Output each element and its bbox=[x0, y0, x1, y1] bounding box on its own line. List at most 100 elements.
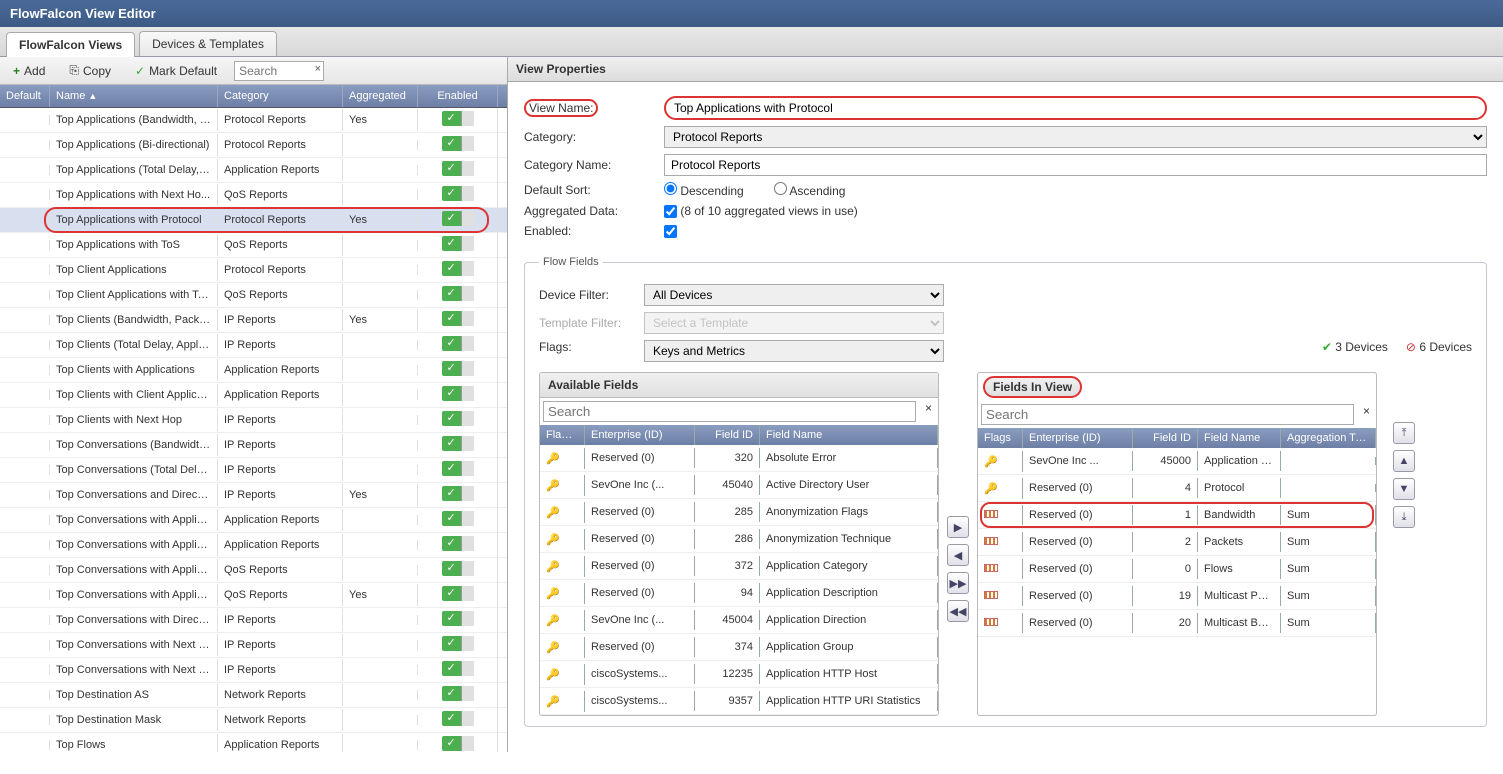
col-aggtype[interactable]: Aggregation Type bbox=[1281, 428, 1376, 448]
inview-search-input[interactable] bbox=[981, 404, 1354, 425]
categoryname-input[interactable] bbox=[664, 154, 1487, 176]
enabled-toggle[interactable] bbox=[442, 161, 474, 176]
enabled-toggle[interactable] bbox=[442, 336, 474, 351]
copy-button[interactable]: Copy bbox=[62, 60, 118, 81]
view-row[interactable]: Top Clients (Total Delay, Applic... IP R… bbox=[0, 333, 507, 358]
view-row[interactable]: Top Destination Mask Network Reports bbox=[0, 708, 507, 733]
available-field-row[interactable]: 🔑 Reserved (0)320Absolute Error bbox=[540, 445, 938, 472]
view-row[interactable]: Top Clients with Client Applicat... Appl… bbox=[0, 383, 507, 408]
available-field-row[interactable]: 🔑 Reserved (0)286Anonymization Technique bbox=[540, 526, 938, 553]
enabled-toggle[interactable] bbox=[442, 486, 474, 501]
available-field-row[interactable]: 🔑 Reserved (0)374Application Group bbox=[540, 634, 938, 661]
view-row[interactable]: Top Conversations with Applica... Applic… bbox=[0, 508, 507, 533]
view-row[interactable]: Top Client Applications Protocol Reports bbox=[0, 258, 507, 283]
sort-ascending-radio[interactable]: Ascending bbox=[774, 182, 846, 198]
col-flags[interactable]: Flags ▼ bbox=[540, 425, 585, 445]
view-row[interactable]: Top Applications with Next Ho... QoS Rep… bbox=[0, 183, 507, 208]
enabled-toggle[interactable] bbox=[442, 736, 474, 751]
inview-field-row[interactable]: Reserved (0)2PacketsSum bbox=[978, 529, 1376, 556]
move-right-button[interactable]: ▶ bbox=[947, 516, 969, 538]
col-enterprise[interactable]: Enterprise (ID) bbox=[1023, 428, 1133, 448]
view-row[interactable]: Top Applications with Protocol Protocol … bbox=[0, 208, 507, 233]
enabled-toggle[interactable] bbox=[442, 586, 474, 601]
move-all-left-button[interactable]: ◀◀ bbox=[947, 600, 969, 622]
enabled-toggle[interactable] bbox=[442, 236, 474, 251]
view-row[interactable]: Top Conversations (Bandwidth,... IP Repo… bbox=[0, 433, 507, 458]
enabled-toggle[interactable] bbox=[442, 411, 474, 426]
view-row[interactable]: Top Conversations with Next H... IP Repo… bbox=[0, 633, 507, 658]
viewname-input[interactable] bbox=[664, 96, 1487, 120]
enabled-toggle[interactable] bbox=[442, 186, 474, 201]
enabled-toggle[interactable] bbox=[442, 436, 474, 451]
col-flags[interactable]: Flags bbox=[978, 428, 1023, 448]
inview-field-row[interactable]: Reserved (0)20Multicast Bandwid...Sum bbox=[978, 610, 1376, 637]
enabled-toggle[interactable] bbox=[442, 611, 474, 626]
inview-field-row[interactable]: 🔑 SevOne Inc ...45000Application Port bbox=[978, 448, 1376, 475]
devicefilter-select[interactable]: All Devices bbox=[644, 284, 944, 306]
enabled-checkbox[interactable] bbox=[664, 225, 677, 238]
available-field-row[interactable]: 🔑 ciscoSystems...9357Application HTTP UR… bbox=[540, 688, 938, 715]
add-button[interactable]: +Add bbox=[6, 61, 52, 81]
inview-field-row[interactable]: 🔑 Reserved (0)4Protocol bbox=[978, 475, 1376, 502]
view-row[interactable]: Top Applications (Bandwidth, P... Protoc… bbox=[0, 108, 507, 133]
enabled-toggle[interactable] bbox=[442, 686, 474, 701]
view-row[interactable]: Top Applications (Bi-directional) Protoc… bbox=[0, 133, 507, 158]
enabled-toggle[interactable] bbox=[442, 561, 474, 576]
view-row[interactable]: Top Applications (Total Delay, ... Appli… bbox=[0, 158, 507, 183]
view-row[interactable]: Top Conversations with Next H... IP Repo… bbox=[0, 658, 507, 683]
enabled-toggle[interactable] bbox=[442, 711, 474, 726]
sort-descending-radio[interactable]: Descending bbox=[664, 182, 744, 198]
flags-select[interactable]: Keys and Metrics bbox=[644, 340, 944, 362]
view-row[interactable]: Top Destination AS Network Reports bbox=[0, 683, 507, 708]
clear-search-icon[interactable]: × bbox=[315, 63, 321, 75]
clear-icon[interactable]: × bbox=[1357, 401, 1376, 428]
enabled-toggle[interactable] bbox=[442, 661, 474, 676]
enabled-toggle[interactable] bbox=[442, 511, 474, 526]
col-enabled[interactable]: Enabled bbox=[418, 85, 498, 107]
move-up-button[interactable]: ▲ bbox=[1393, 450, 1415, 472]
inview-field-row[interactable]: Reserved (0)19Multicast PacketsSum bbox=[978, 583, 1376, 610]
clear-icon[interactable]: × bbox=[919, 398, 938, 425]
view-row[interactable]: Top Conversations with Applica... QoS Re… bbox=[0, 558, 507, 583]
enabled-toggle[interactable] bbox=[442, 136, 474, 151]
view-row[interactable]: Top Conversations and Direction IP Repor… bbox=[0, 483, 507, 508]
available-field-row[interactable]: 🔑 Reserved (0)372Application Category bbox=[540, 553, 938, 580]
enabled-toggle[interactable] bbox=[442, 286, 474, 301]
available-field-row[interactable]: 🔑 Reserved (0)285Anonymization Flags bbox=[540, 499, 938, 526]
category-select[interactable]: Protocol Reports bbox=[664, 126, 1487, 148]
enabled-toggle[interactable] bbox=[442, 311, 474, 326]
col-name[interactable]: Name ▲ bbox=[50, 85, 218, 107]
move-top-button[interactable]: ⤒ bbox=[1393, 422, 1415, 444]
col-default[interactable]: Default bbox=[0, 85, 50, 107]
enabled-toggle[interactable] bbox=[442, 361, 474, 376]
aggregated-checkbox[interactable] bbox=[664, 205, 677, 218]
available-field-row[interactable]: 🔑 ciscoSystems...12235Application HTTP H… bbox=[540, 661, 938, 688]
tab-views[interactable]: FlowFalcon Views bbox=[6, 32, 135, 57]
enabled-toggle[interactable] bbox=[442, 111, 474, 126]
view-row[interactable]: Top Client Applications with ToS QoS Rep… bbox=[0, 283, 507, 308]
col-fieldname[interactable]: Field Name bbox=[1198, 428, 1281, 448]
views-search-input[interactable] bbox=[234, 61, 324, 81]
move-down-button[interactable]: ▼ bbox=[1393, 478, 1415, 500]
col-enterprise[interactable]: Enterprise (ID) bbox=[585, 425, 695, 445]
view-row[interactable]: Top Conversations (Total Delay... IP Rep… bbox=[0, 458, 507, 483]
col-fieldid[interactable]: Field ID bbox=[695, 425, 760, 445]
view-row[interactable]: Top Conversations with Direction IP Repo… bbox=[0, 608, 507, 633]
enabled-toggle[interactable] bbox=[442, 536, 474, 551]
enabled-toggle[interactable] bbox=[442, 386, 474, 401]
col-category[interactable]: Category bbox=[218, 85, 343, 107]
enabled-toggle[interactable] bbox=[442, 461, 474, 476]
view-row[interactable]: Top Clients with Applications Applicatio… bbox=[0, 358, 507, 383]
col-fieldid[interactable]: Field ID bbox=[1133, 428, 1198, 448]
inview-field-row[interactable]: Reserved (0)0FlowsSum bbox=[978, 556, 1376, 583]
available-field-row[interactable]: 🔑 SevOne Inc (...45004Application Direct… bbox=[540, 607, 938, 634]
available-search-input[interactable] bbox=[543, 401, 916, 422]
view-row[interactable]: Top Conversations with Applica... QoS Re… bbox=[0, 583, 507, 608]
inview-field-row[interactable]: Reserved (0)1BandwidthSum bbox=[978, 502, 1376, 529]
available-field-row[interactable]: 🔑 Reserved (0)94Application Description bbox=[540, 580, 938, 607]
move-bottom-button[interactable]: ⤓ bbox=[1393, 506, 1415, 528]
col-fieldname[interactable]: Field Name bbox=[760, 425, 938, 445]
mark-default-button[interactable]: ✓Mark Default bbox=[128, 61, 224, 81]
view-row[interactable]: Top Conversations with Applica... Applic… bbox=[0, 533, 507, 558]
tab-devices[interactable]: Devices & Templates bbox=[139, 31, 277, 56]
